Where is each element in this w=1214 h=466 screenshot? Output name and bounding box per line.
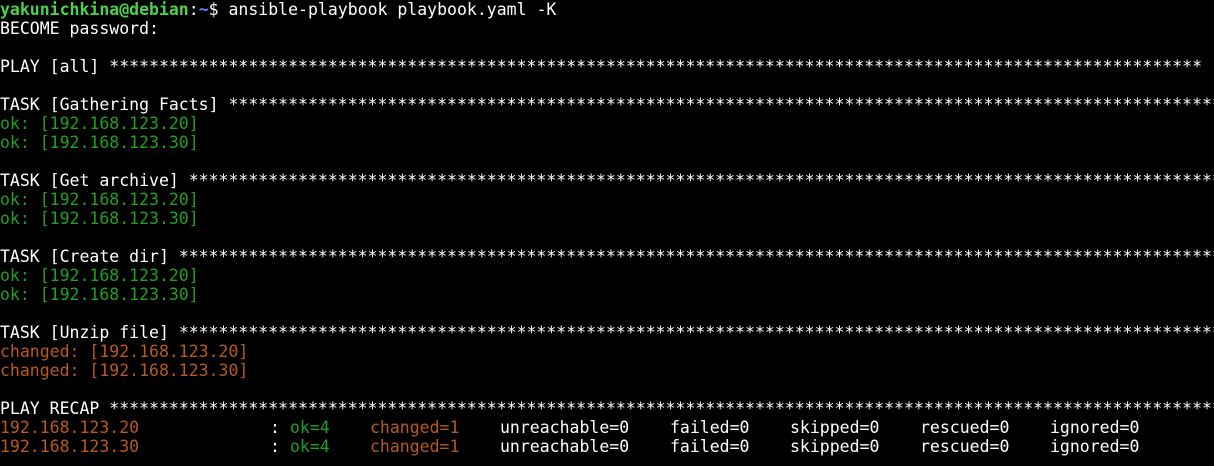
task-header: TASK [Create dir] **********************… [0,247,1214,266]
task-header-stars: ****************************************… [178,247,1214,266]
recap-changed: changed=1 [370,418,460,437]
task-header-label: TASK [Unzip file] [0,323,179,342]
recap-changed: changed=1 [370,437,460,456]
recap-host: 192.168.123.30 [0,437,140,456]
play-header: PLAY [all] *****************************… [0,57,1214,76]
task-result-line: ok: [192.168.123.20] [0,190,1214,209]
recap-ignored: ignored=0 [1050,437,1140,456]
task-result-line: ok: [192.168.123.20] [0,114,1214,133]
task-result-text: ok: [192.168.123.20] [0,266,199,285]
task-result-text: ok: [192.168.123.30] [0,209,199,228]
recap-host: 192.168.123.20 [0,418,140,437]
task-header-label: TASK [Create dir] [0,247,179,266]
play-recap-label: PLAY RECAP [0,399,110,418]
play-header-label: PLAY [all] [0,57,110,76]
task-header-stars: ****************************************… [228,95,1214,114]
task-result-line: ok: [192.168.123.30] [0,285,1214,304]
recap-rescued: rescued=0 [920,418,1010,437]
play-recap-stars: ****************************************… [109,399,1214,418]
command-text: ansible-playbook playbook.yaml -K [228,0,557,19]
prompt-path: ~ [198,0,209,19]
task-header-label: TASK [Get archive] [0,171,189,190]
recap-failed: failed=0 [670,418,750,437]
recap-rescued: rescued=0 [920,437,1010,456]
task-result-text: changed: [192.168.123.20] [0,342,249,361]
prompt-separator: : [188,0,199,19]
recap-unreachable: unreachable=0 [500,418,630,437]
become-password-prompt: BECOME password: [0,19,1214,38]
recap-separator: : [270,418,290,437]
recap-unreachable: unreachable=0 [500,437,630,456]
recap-row: 192.168.123.20 : ok=4 changed=1 unreacha… [0,418,1214,437]
task-header: TASK [Unzip file] **********************… [0,323,1214,342]
task-header: TASK [Gathering Facts] *****************… [0,95,1214,114]
recap-skipped: skipped=0 [790,418,880,437]
task-result-text: ok: [192.168.123.20] [0,114,199,133]
recap-failed: failed=0 [670,437,750,456]
prompt-line: yakunichkina@debian:~$ ansible-playbook … [0,0,1214,19]
task-result-line: changed: [192.168.123.30] [0,361,1214,380]
task-result-line: changed: [192.168.123.20] [0,342,1214,361]
recap-row: 192.168.123.30 : ok=4 changed=1 unreacha… [0,437,1214,456]
task-result-text: changed: [192.168.123.30] [0,361,249,380]
task-result-line: ok: [192.168.123.30] [0,209,1214,228]
task-result-line: ok: [192.168.123.30] [0,133,1214,152]
task-result-line: ok: [192.168.123.20] [0,266,1214,285]
recap-skipped: skipped=0 [790,437,880,456]
prompt-symbol: $ [208,0,229,19]
task-result-text: ok: [192.168.123.30] [0,133,199,152]
recap-separator: : [270,437,290,456]
task-result-text: ok: [192.168.123.30] [0,285,199,304]
recap-ignored: ignored=0 [1050,418,1140,437]
task-result-text: ok: [192.168.123.20] [0,190,199,209]
task-header-stars: ****************************************… [178,323,1214,342]
play-recap-header: PLAY RECAP *****************************… [0,399,1214,418]
terminal-window[interactable]: yakunichkina@debian:~$ ansible-playbook … [0,0,1214,466]
recap-ok: ok=4 [290,418,330,437]
task-header-stars: ****************************************… [188,171,1214,190]
task-header-label: TASK [Gathering Facts] [0,95,229,114]
prompt-user-host: yakunichkina@debian [0,0,189,19]
play-header-stars: ****************************************… [109,57,1203,76]
become-password-text: BECOME password: [0,19,159,38]
recap-ok: ok=4 [290,437,330,456]
task-header: TASK [Get archive] *********************… [0,171,1214,190]
